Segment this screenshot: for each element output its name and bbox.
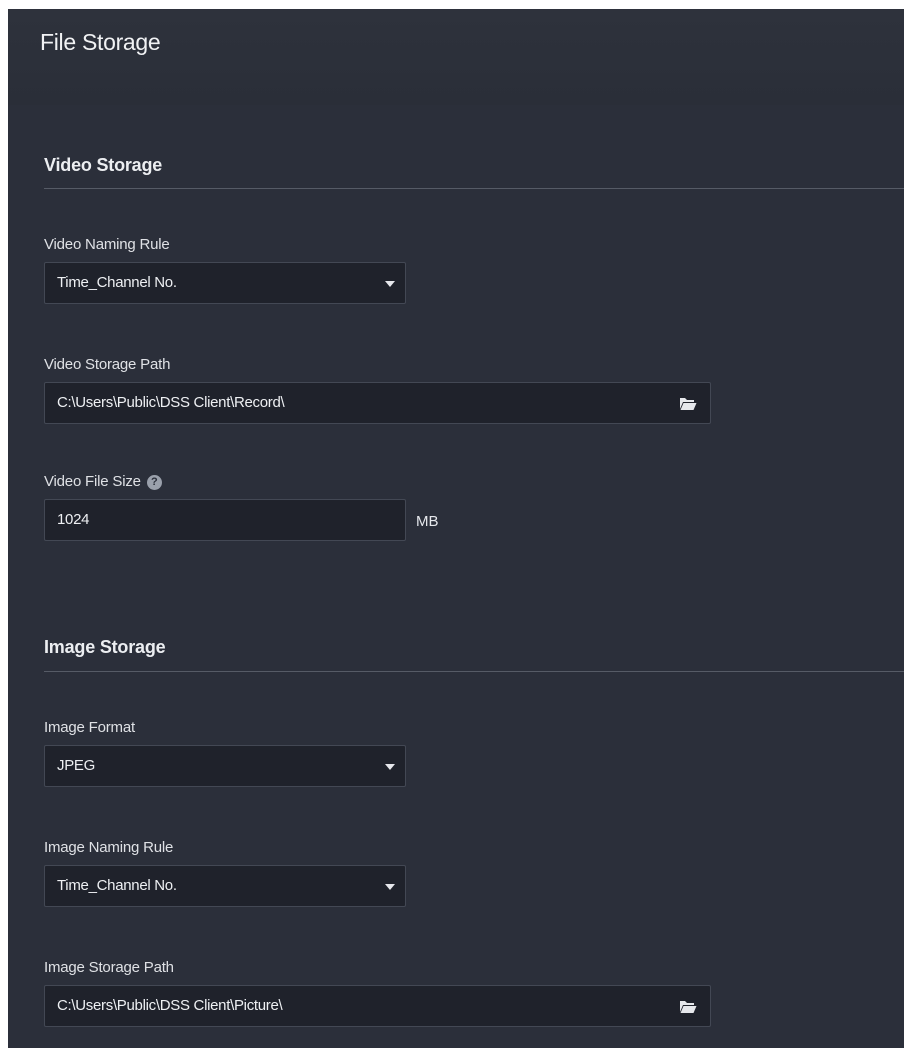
folder-open-icon[interactable] <box>679 396 697 411</box>
video-file-size-input[interactable]: 1024 <box>44 499 406 541</box>
video-file-size-label-text: Video File Size <box>44 473 141 490</box>
image-storage-divider <box>44 671 904 672</box>
video-file-size-value: 1024 <box>57 511 90 528</box>
video-storage-divider <box>44 188 904 189</box>
image-format-select[interactable]: JPEG <box>44 745 406 787</box>
video-file-size-label: Video File Size? <box>44 473 162 490</box>
image-naming-rule-label: Image Naming Rule <box>44 839 174 856</box>
chevron-down-icon <box>385 764 395 770</box>
chevron-down-icon <box>385 281 395 287</box>
image-storage-path-input[interactable]: C:\Users\Public\DSS Client\Picture\ <box>44 985 711 1027</box>
image-naming-rule-select[interactable]: Time_Channel No. <box>44 865 406 907</box>
question-circle-icon[interactable]: ? <box>146 475 162 490</box>
image-format-label: Image Format <box>44 719 135 736</box>
image-storage-path-label: Image Storage Path <box>44 959 174 976</box>
folder-open-icon[interactable] <box>679 999 697 1014</box>
image-format-value: JPEG <box>57 757 95 774</box>
video-naming-rule-label: Video Naming Rule <box>44 236 170 253</box>
image-storage-section-title: Image Storage <box>44 637 166 657</box>
video-file-size-unit: MB <box>416 513 439 530</box>
page-header: File Storage <box>8 9 904 105</box>
video-storage-path-input[interactable]: C:\Users\Public\DSS Client\Record\ <box>44 382 711 424</box>
image-naming-rule-value: Time_Channel No. <box>57 877 177 894</box>
image-storage-path-value: C:\Users\Public\DSS Client\Picture\ <box>57 997 283 1014</box>
video-naming-rule-value: Time_Channel No. <box>57 274 177 291</box>
video-storage-path-label: Video Storage Path <box>44 356 171 373</box>
chevron-down-icon <box>385 884 395 890</box>
video-storage-section-title: Video Storage <box>44 155 163 175</box>
video-storage-path-value: C:\Users\Public\DSS Client\Record\ <box>57 394 285 411</box>
video-naming-rule-select[interactable]: Time_Channel No. <box>44 262 406 304</box>
page-title: File Storage <box>40 29 161 55</box>
file-storage-panel: File Storage Video Storage Video Naming … <box>8 9 904 1048</box>
